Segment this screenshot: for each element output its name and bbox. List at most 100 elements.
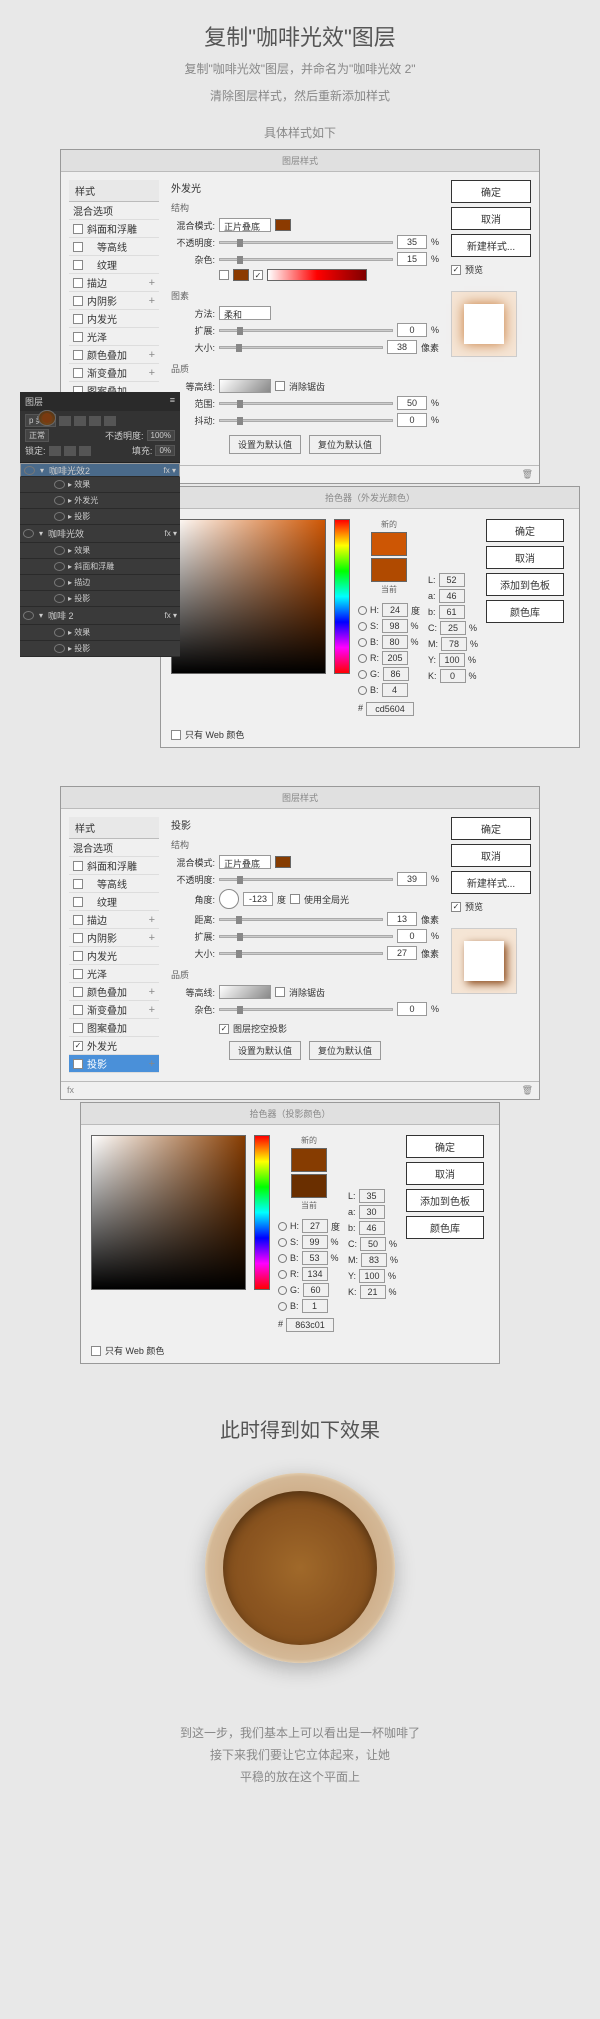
opacity-input[interactable]: 35 (397, 235, 427, 249)
trash-icon-2[interactable]: 🗑 (522, 1085, 533, 1096)
ds-make-default-button[interactable]: 设置为默认值 (229, 1041, 301, 1060)
visibility-icon[interactable] (54, 562, 65, 571)
global-light-check[interactable] (290, 894, 300, 904)
layer-effect-item[interactable]: ▸ 外发光 (20, 493, 180, 509)
layer-effect-item[interactable]: ▸ 投影 (20, 591, 180, 607)
contour-picker[interactable] (219, 379, 271, 393)
style-checkbox[interactable] (73, 969, 83, 979)
a-input[interactable]: 46 (439, 589, 465, 603)
h-input[interactable]: 24 (382, 603, 408, 617)
cp-cancel-button[interactable]: 取消 (486, 546, 564, 569)
style-checkbox[interactable] (73, 933, 83, 943)
cp2-h-input[interactable]: 27 (302, 1219, 328, 1233)
style-item[interactable]: 内发光 (69, 947, 159, 965)
l-input[interactable]: 52 (439, 573, 465, 587)
cp2-bv-input[interactable]: 1 (302, 1299, 328, 1313)
style-checkbox[interactable] (73, 332, 83, 342)
style-checkbox[interactable] (73, 278, 83, 288)
add-style-icon[interactable]: + (149, 367, 155, 379)
panel-menu-icon[interactable]: ≡ (170, 395, 175, 408)
style-item[interactable]: 光泽 (69, 965, 159, 983)
add-style-icon[interactable]: + (149, 1004, 155, 1016)
cp2-r-input[interactable]: 134 (302, 1267, 328, 1281)
cp2-a-input[interactable]: 30 (359, 1205, 385, 1219)
add-style-icon[interactable]: + (149, 349, 155, 361)
style-item[interactable]: 纹理 (69, 893, 159, 911)
ds-noise-slider[interactable] (219, 1008, 393, 1011)
style-item[interactable]: 等高线 (69, 238, 159, 256)
visibility-icon[interactable] (54, 496, 65, 505)
k-input[interactable]: 0 (440, 669, 466, 683)
ds-size-slider[interactable] (219, 952, 383, 955)
range-input[interactable]: 50 (397, 396, 427, 410)
ds-blend-select[interactable]: 正片叠底 (219, 855, 271, 869)
ds-angle-input[interactable]: -123 (243, 892, 273, 906)
spread-input[interactable]: 0 (397, 323, 427, 337)
visibility-icon[interactable] (54, 578, 65, 587)
web-only-check[interactable] (171, 730, 181, 740)
noise-input[interactable]: 15 (397, 252, 427, 266)
style-checkbox[interactable] (73, 915, 83, 925)
visibility-icon[interactable] (54, 480, 65, 489)
layer-effect-item[interactable]: ▸ 投影 (20, 641, 180, 657)
visibility-icon[interactable] (23, 611, 34, 620)
add-style-icon[interactable]: + (149, 295, 155, 307)
y-input[interactable]: 100 (439, 653, 465, 667)
visibility-icon[interactable] (54, 512, 65, 521)
visibility-icon[interactable] (23, 529, 34, 538)
layer-effect-item[interactable]: ▸ 投影 (20, 509, 180, 525)
layer-effect-item[interactable]: ▸ 斜面和浮雕 (20, 559, 180, 575)
cp2-y-input[interactable]: 100 (359, 1269, 385, 1283)
cp2-web-only-check[interactable] (91, 1346, 101, 1356)
b-input[interactable]: 80 (382, 635, 408, 649)
fx-icon-2[interactable]: fx (67, 1085, 74, 1096)
ok-button[interactable]: 确定 (451, 180, 531, 203)
hex-input[interactable]: cd5604 (366, 702, 414, 716)
gradient-picker[interactable] (267, 269, 367, 281)
style-item[interactable]: 内阴影+ (69, 929, 159, 947)
ds-spread-slider[interactable] (219, 935, 393, 938)
style-checkbox[interactable] (73, 368, 83, 378)
lab-b-input[interactable]: 61 (439, 605, 465, 619)
blend-select[interactable]: 正常 (25, 429, 49, 442)
style-checkbox[interactable] (73, 1005, 83, 1015)
ds-color-swatch[interactable] (275, 856, 291, 868)
style-item[interactable]: 投影+ (69, 1055, 159, 1073)
style-checkbox[interactable] (73, 861, 83, 871)
cp2-add-swatch-button[interactable]: 添加到色板 (406, 1189, 484, 1212)
add-style-icon[interactable]: + (149, 277, 155, 289)
layer-effect-item[interactable]: ▸ 效果 (20, 625, 180, 641)
add-style-icon[interactable]: + (149, 914, 155, 926)
style-item[interactable]: 等高线 (69, 875, 159, 893)
bv-input[interactable]: 4 (382, 683, 408, 697)
b-radio[interactable] (358, 638, 367, 647)
style-checkbox[interactable] (73, 260, 83, 270)
knockout-check[interactable] (219, 1024, 229, 1034)
cp2-color-field[interactable] (91, 1135, 246, 1290)
s-radio[interactable] (358, 622, 367, 631)
cp2-cancel-button[interactable]: 取消 (406, 1162, 484, 1185)
style-checkbox[interactable] (73, 224, 83, 234)
noise-slider[interactable] (219, 258, 393, 261)
style-item[interactable]: 外发光 (69, 1037, 159, 1055)
style-item[interactable]: 颜色叠加+ (69, 983, 159, 1001)
jitter-slider[interactable] (219, 419, 393, 422)
cp2-hex-input[interactable]: 863c01 (286, 1318, 334, 1332)
layer-effect-item[interactable]: ▸ 效果 (20, 477, 180, 493)
cp2-b-input[interactable]: 53 (302, 1251, 328, 1265)
style-item[interactable]: 渐变叠加+ (69, 1001, 159, 1019)
style-item[interactable]: 混合选项 (69, 202, 159, 220)
current-color-swatch[interactable] (371, 558, 407, 582)
ds-noise-input[interactable]: 0 (397, 1002, 427, 1016)
trash-icon[interactable]: 🗑 (522, 469, 533, 480)
c-input[interactable]: 25 (440, 621, 466, 635)
fill-input[interactable]: 0% (155, 445, 175, 456)
cp2-s-input[interactable]: 99 (302, 1235, 328, 1249)
ds-cancel-button[interactable]: 取消 (451, 844, 531, 867)
ds-opacity-slider[interactable] (219, 878, 393, 881)
ds-reset-default-button[interactable]: 复位为默认值 (309, 1041, 381, 1060)
layer-row[interactable]: ▾咖啡光效fx ▾ (20, 525, 180, 543)
range-slider[interactable] (219, 402, 393, 405)
cp2-g-input[interactable]: 60 (303, 1283, 329, 1297)
s-input[interactable]: 98 (382, 619, 408, 633)
